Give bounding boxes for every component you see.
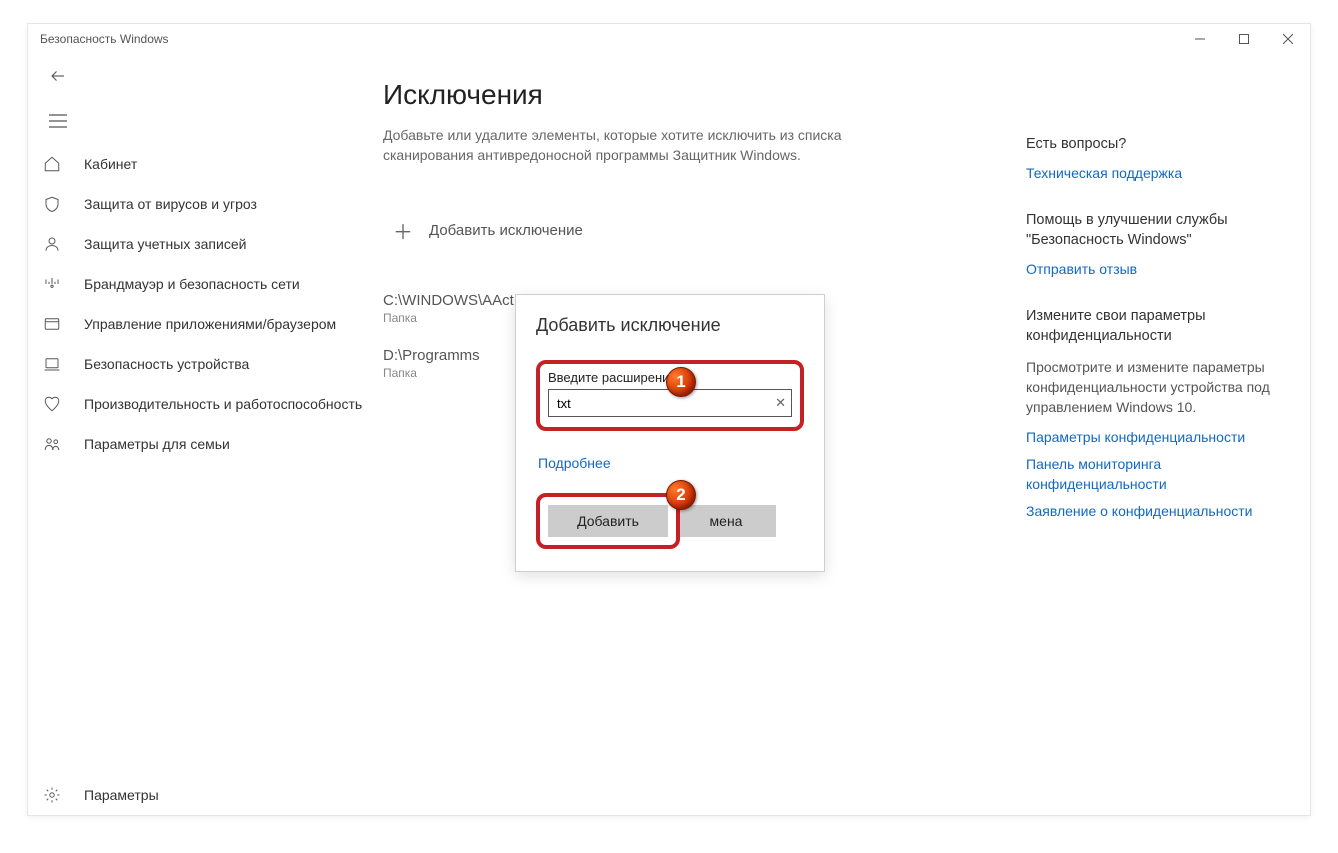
annotation-badge-1: 1 xyxy=(666,367,696,397)
window-title: Безопасность Windows xyxy=(40,32,169,46)
sidebar-item-label: Управление приложениями/браузером xyxy=(84,316,336,332)
sidebar-item-label: Защита учетных записей xyxy=(84,236,246,252)
titlebar: Безопасность Windows xyxy=(28,24,1310,54)
sidebar-item-account[interactable]: Защита учетных записей xyxy=(28,224,368,264)
sidebar-item-label: Производительность и работоспособность xyxy=(84,396,362,412)
sidebar: Кабинет Защита от вирусов и угроз Защита… xyxy=(28,144,368,775)
add-exclusion-button[interactable]: ＋ Добавить исключение xyxy=(383,206,973,256)
account-icon xyxy=(40,232,64,256)
extension-input[interactable] xyxy=(548,389,792,417)
privacy-statement-link[interactable]: Заявление о конфиденциальности xyxy=(1026,502,1286,522)
sidebar-item-appbrowser[interactable]: Управление приложениями/браузером xyxy=(28,304,368,344)
sidebar-item-family[interactable]: Параметры для семьи xyxy=(28,424,368,464)
questions-title: Есть вопросы? xyxy=(1026,134,1286,154)
home-icon xyxy=(40,152,64,176)
add-button-highlight: Добавить xyxy=(536,493,680,549)
network-icon xyxy=(40,272,64,296)
sidebar-item-label: Параметры для семьи xyxy=(84,436,230,452)
plus-icon: ＋ xyxy=(383,211,423,251)
page-description: Добавьте или удалите элементы, которые х… xyxy=(383,125,883,166)
dialog-add-button[interactable]: Добавить xyxy=(548,505,668,537)
add-exclusion-dialog: Добавить исключение Введите расширение ✕… xyxy=(515,294,825,572)
sidebar-item-label: Защита от вирусов и угроз xyxy=(84,196,257,212)
dialog-cancel-button[interactable]: мена xyxy=(676,505,776,537)
sidebar-item-performance[interactable]: Производительность и работоспособность xyxy=(28,384,368,424)
sidebar-item-home[interactable]: Кабинет xyxy=(28,144,368,184)
device-security-icon xyxy=(40,352,64,376)
help-title: Помощь в улучшении службы "Безопасность … xyxy=(1026,210,1286,251)
minimize-button[interactable] xyxy=(1178,24,1222,54)
dialog-title: Добавить исключение xyxy=(536,315,804,336)
feedback-link[interactable]: Отправить отзыв xyxy=(1026,260,1286,280)
settings-label: Параметры xyxy=(84,787,159,803)
sidebar-item-label: Безопасность устройства xyxy=(84,356,249,372)
heart-icon xyxy=(40,392,64,416)
sidebar-item-firewall[interactable]: Брандмауэр и безопасность сети xyxy=(28,264,368,304)
sidebar-item-label: Кабинет xyxy=(84,156,137,172)
privacy-text: Просмотрите и измените параметры конфиде… xyxy=(1026,357,1286,418)
hamburger-menu-button[interactable] xyxy=(38,101,78,141)
clear-input-icon[interactable]: ✕ xyxy=(775,395,786,411)
shield-icon xyxy=(40,192,64,216)
back-button[interactable] xyxy=(38,56,78,96)
right-panel: Есть вопросы? Техническая поддержка Помо… xyxy=(1026,134,1286,548)
privacy-title: Измените свои параметры конфиденциальнос… xyxy=(1026,306,1286,347)
more-info-link[interactable]: Подробнее xyxy=(538,455,611,471)
sidebar-settings[interactable]: Параметры xyxy=(28,775,368,815)
family-icon xyxy=(40,432,64,456)
tech-support-link[interactable]: Техническая поддержка xyxy=(1026,164,1286,184)
privacy-dashboard-link[interactable]: Панель мониторинга конфиденциальности xyxy=(1026,455,1286,494)
sidebar-item-label: Брандмауэр и безопасность сети xyxy=(84,276,300,292)
gear-icon xyxy=(40,783,64,807)
windows-security-window: Безопасность Windows xyxy=(27,23,1311,816)
close-button[interactable] xyxy=(1266,24,1310,54)
maximize-button[interactable] xyxy=(1222,24,1266,54)
page-title: Исключения xyxy=(383,79,973,111)
annotation-badge-2: 2 xyxy=(666,480,696,510)
sidebar-item-virus[interactable]: Защита от вирусов и угроз xyxy=(28,184,368,224)
sidebar-item-devicesec[interactable]: Безопасность устройства xyxy=(28,344,368,384)
app-browser-icon xyxy=(40,312,64,336)
add-exclusion-label: Добавить исключение xyxy=(429,222,583,239)
privacy-settings-link[interactable]: Параметры конфиденциальности xyxy=(1026,428,1286,448)
